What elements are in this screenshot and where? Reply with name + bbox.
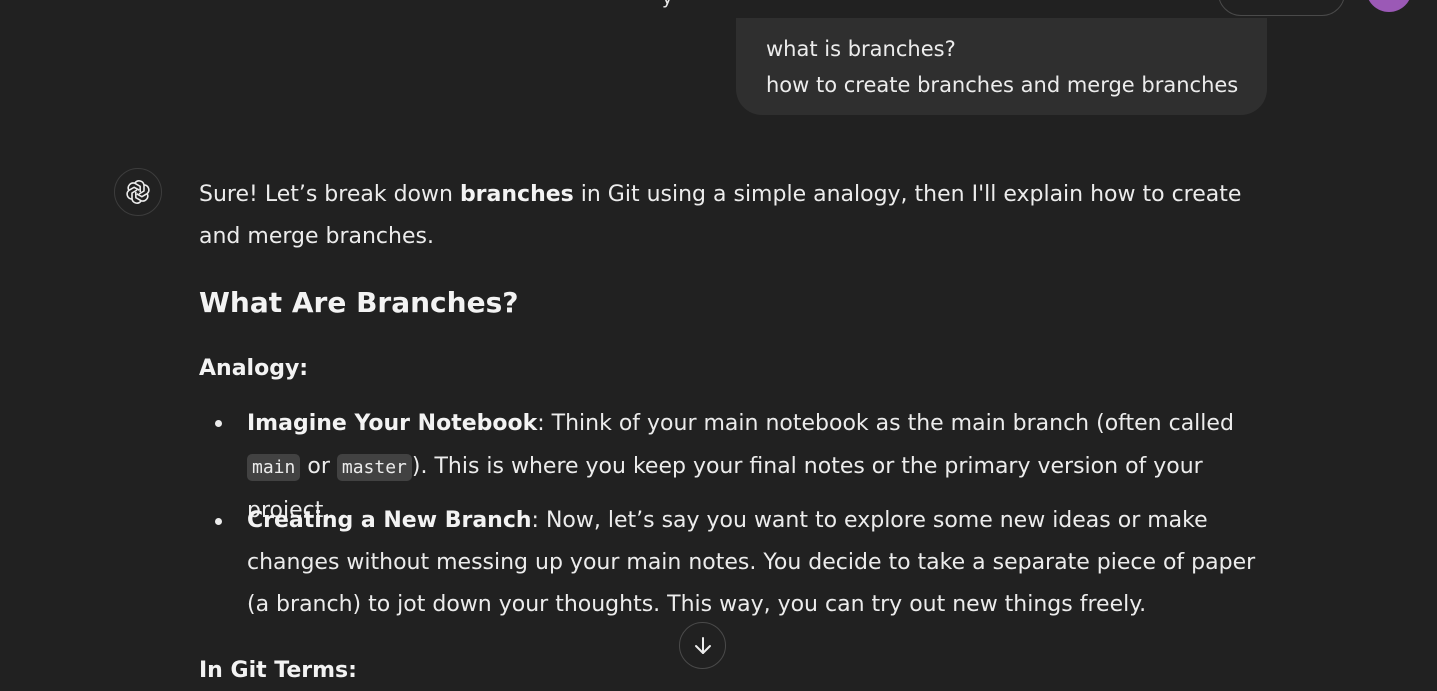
analogy-label: Analogy: [199,356,309,381]
user-message-line: what is branches? [766,37,956,61]
openai-logo-icon [126,180,150,204]
inline-code: main [247,454,301,481]
user-avatar[interactable] [1366,0,1412,12]
intro-text: Sure! Let’s break down [199,182,460,207]
header-title-fragment: y [662,0,673,9]
list-item-text: : Think of your main notebook as the mai… [537,411,1234,436]
user-message-line: how to create branches and merge branche… [766,73,1239,97]
list-item-text: or [300,454,337,479]
git-terms-label: In Git Terms: [199,658,357,683]
bullet-dot [215,420,222,427]
list-item-title: Imagine Your Notebook [247,411,538,436]
list-item-title: Creating a New Branch [247,508,532,533]
arrow-down-icon [694,636,711,654]
share-button[interactable] [1218,0,1345,16]
scroll-down-button[interactable] [679,622,726,669]
intro-bold: branches [459,182,574,207]
assistant-avatar [114,168,162,216]
assistant-intro: Sure! Let’s break down branches in Git u… [199,174,1269,258]
chat-page: y what is branches? how to create branch… [0,0,1437,691]
section-heading: What Are Branches? [199,286,519,319]
inline-code: master [336,454,412,481]
bullet-dot [215,518,222,525]
user-message-bubble: what is branches? how to create branches… [736,18,1267,115]
list-item: Creating a New Branch: Now, let’s say yo… [215,500,1267,626]
